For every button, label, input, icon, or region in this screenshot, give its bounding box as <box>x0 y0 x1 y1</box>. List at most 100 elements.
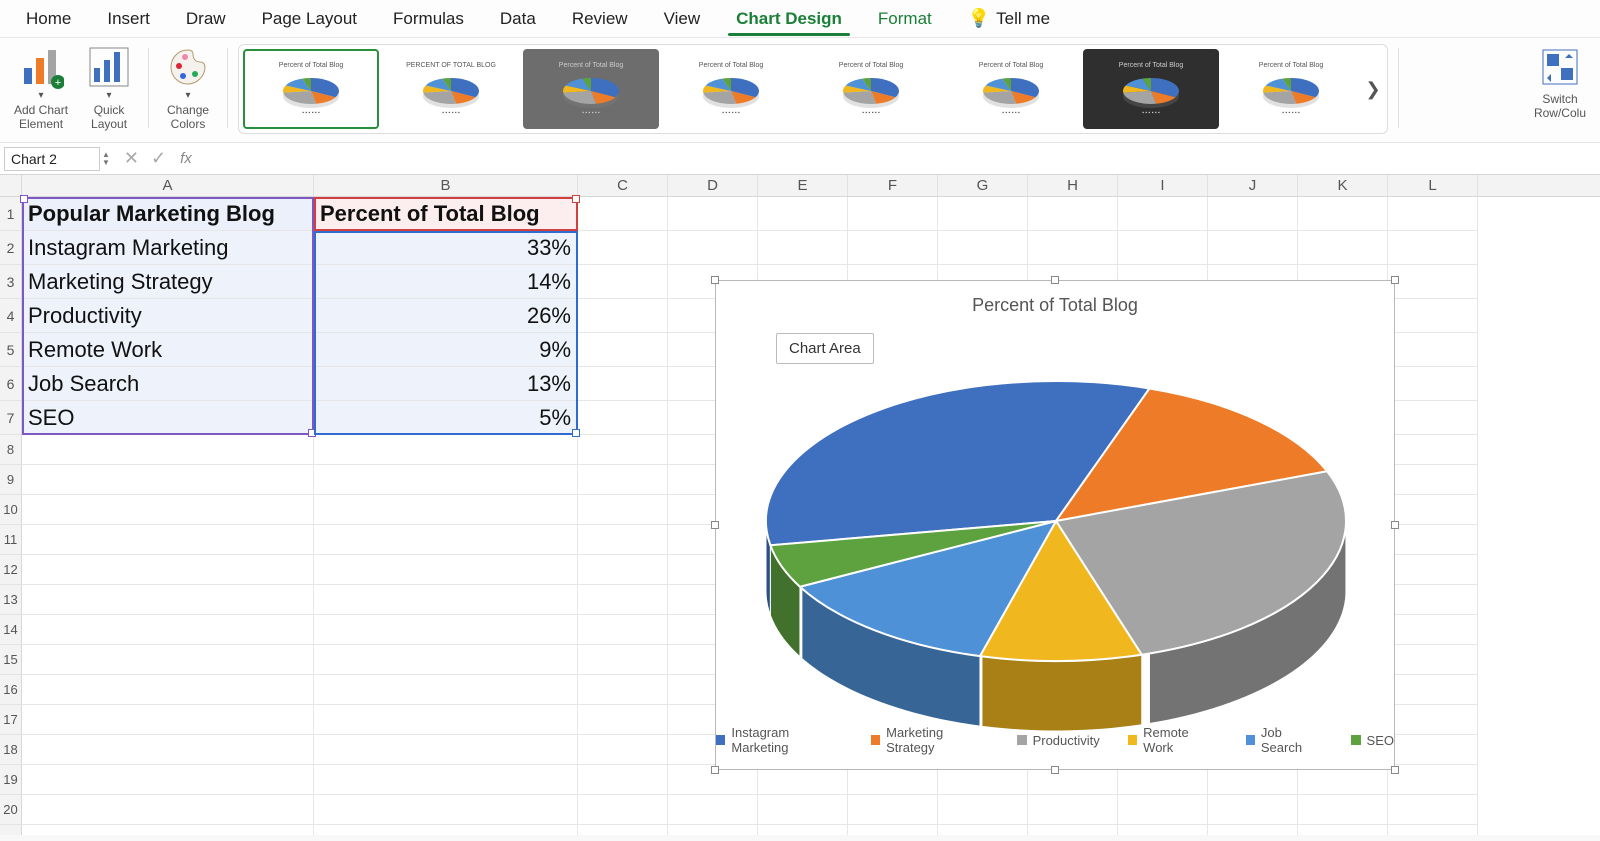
name-box-down[interactable]: ▼ <box>102 159 110 167</box>
cell-H21[interactable] <box>1028 825 1118 835</box>
cell-L16[interactable] <box>1388 675 1478 705</box>
cell-I2[interactable] <box>1118 231 1208 265</box>
row-header-14[interactable]: 14 <box>0 615 22 645</box>
enter-icon[interactable]: ✓ <box>151 148 166 169</box>
row-header-2[interactable]: 2 <box>0 231 22 265</box>
cell-D1[interactable] <box>668 197 758 231</box>
cell-L11[interactable] <box>1388 525 1478 555</box>
column-header-A[interactable]: A <box>22 175 314 196</box>
cancel-icon[interactable]: ✕ <box>124 148 139 169</box>
cell-C15[interactable] <box>578 645 668 675</box>
tell-me[interactable]: 💡Tell me <box>950 2 1068 35</box>
row-header-3[interactable]: 3 <box>0 265 22 299</box>
tab-chart-design[interactable]: Chart Design <box>718 3 860 35</box>
cell-L15[interactable] <box>1388 645 1478 675</box>
cell-C10[interactable] <box>578 495 668 525</box>
cell-C18[interactable] <box>578 735 668 765</box>
chart-style-thumb-8[interactable]: Percent of Total Blog ▪ ▪ ▪ ▪ ▪ ▪ <box>1223 49 1359 129</box>
cell-A6[interactable]: Job Search <box>22 367 314 401</box>
tab-view[interactable]: View <box>646 3 719 35</box>
cell-C7[interactable] <box>578 401 668 435</box>
column-header-H[interactable]: H <box>1028 175 1118 196</box>
row-header-16[interactable]: 16 <box>0 675 22 705</box>
cell-L20[interactable] <box>1388 795 1478 825</box>
row-header-8[interactable]: 8 <box>0 435 22 465</box>
change-colors-button[interactable]: ▾ ChangeColors <box>159 44 217 132</box>
cell-B3[interactable]: 14% <box>314 265 578 299</box>
row-header-10[interactable]: 10 <box>0 495 22 525</box>
cell-A20[interactable] <box>22 795 314 825</box>
row-header-19[interactable]: 19 <box>0 765 22 795</box>
tab-insert[interactable]: Insert <box>89 3 168 35</box>
cell-F21[interactable] <box>848 825 938 835</box>
cell-C2[interactable] <box>578 231 668 265</box>
cell-L2[interactable] <box>1388 231 1478 265</box>
cell-A9[interactable] <box>22 465 314 495</box>
cell-L13[interactable] <box>1388 585 1478 615</box>
cell-A4[interactable]: Productivity <box>22 299 314 333</box>
cell-F2[interactable] <box>848 231 938 265</box>
cell-J20[interactable] <box>1208 795 1298 825</box>
cell-C3[interactable] <box>578 265 668 299</box>
quick-layout-button[interactable]: ▾ QuickLayout <box>80 44 138 132</box>
cell-B16[interactable] <box>314 675 578 705</box>
cell-L8[interactable] <box>1388 435 1478 465</box>
switch-row-column-button[interactable]: SwitchRow/Colu <box>1528 44 1592 121</box>
cell-B2[interactable]: 33% <box>314 231 578 265</box>
chart-style-thumb-5[interactable]: Percent of Total Blog ▪ ▪ ▪ ▪ ▪ ▪ <box>803 49 939 129</box>
cell-J2[interactable] <box>1208 231 1298 265</box>
cell-L17[interactable] <box>1388 705 1478 735</box>
cell-H20[interactable] <box>1028 795 1118 825</box>
cell-A7[interactable]: SEO <box>22 401 314 435</box>
cell-G1[interactable] <box>938 197 1028 231</box>
row-header-5[interactable]: 5 <box>0 333 22 367</box>
cell-A18[interactable] <box>22 735 314 765</box>
cell-G2[interactable] <box>938 231 1028 265</box>
cell-A5[interactable]: Remote Work <box>22 333 314 367</box>
row-header-20[interactable]: 20 <box>0 795 22 825</box>
row-header-6[interactable]: 6 <box>0 367 22 401</box>
cell-A17[interactable] <box>22 705 314 735</box>
cell-C16[interactable] <box>578 675 668 705</box>
row-header-17[interactable]: 17 <box>0 705 22 735</box>
cell-L18[interactable] <box>1388 735 1478 765</box>
column-header-B[interactable]: B <box>314 175 578 196</box>
cell-B7[interactable]: 5% <box>314 401 578 435</box>
cell-B4[interactable]: 26% <box>314 299 578 333</box>
cell-A21[interactable] <box>22 825 314 835</box>
tab-home[interactable]: Home <box>8 3 89 35</box>
row-header-18[interactable]: 18 <box>0 735 22 765</box>
row-header-1[interactable]: 1 <box>0 197 22 231</box>
cell-L5[interactable] <box>1388 333 1478 367</box>
cell-D2[interactable] <box>668 231 758 265</box>
chart-style-thumb-7[interactable]: Percent of Total Blog ▪ ▪ ▪ ▪ ▪ ▪ <box>1083 49 1219 129</box>
cell-K2[interactable] <box>1298 231 1388 265</box>
cell-C11[interactable] <box>578 525 668 555</box>
chart-object[interactable]: Percent of Total Blog Chart Area Instagr… <box>715 280 1395 770</box>
chart-style-thumb-4[interactable]: Percent of Total Blog ▪ ▪ ▪ ▪ ▪ ▪ <box>663 49 799 129</box>
cell-F1[interactable] <box>848 197 938 231</box>
cell-B10[interactable] <box>314 495 578 525</box>
cell-K20[interactable] <box>1298 795 1388 825</box>
cell-A11[interactable] <box>22 525 314 555</box>
row-header-9[interactable]: 9 <box>0 465 22 495</box>
cell-C19[interactable] <box>578 765 668 795</box>
cell-L9[interactable] <box>1388 465 1478 495</box>
worksheet[interactable]: ABCDEFGHIJKL 1Popular Marketing BlogPerc… <box>0 175 1600 835</box>
cell-A14[interactable] <box>22 615 314 645</box>
cell-D21[interactable] <box>668 825 758 835</box>
cell-A3[interactable]: Marketing Strategy <box>22 265 314 299</box>
cell-E20[interactable] <box>758 795 848 825</box>
chart-style-thumb-3[interactable]: Percent of Total Blog ▪ ▪ ▪ ▪ ▪ ▪ <box>523 49 659 129</box>
cell-L21[interactable] <box>1388 825 1478 835</box>
column-header-C[interactable]: C <box>578 175 668 196</box>
row-header-11[interactable]: 11 <box>0 525 22 555</box>
cell-A15[interactable] <box>22 645 314 675</box>
chart-title[interactable]: Percent of Total Blog <box>716 281 1394 316</box>
cell-C17[interactable] <box>578 705 668 735</box>
cell-B15[interactable] <box>314 645 578 675</box>
cell-C4[interactable] <box>578 299 668 333</box>
column-header-G[interactable]: G <box>938 175 1028 196</box>
row-header-7[interactable]: 7 <box>0 401 22 435</box>
cell-B19[interactable] <box>314 765 578 795</box>
